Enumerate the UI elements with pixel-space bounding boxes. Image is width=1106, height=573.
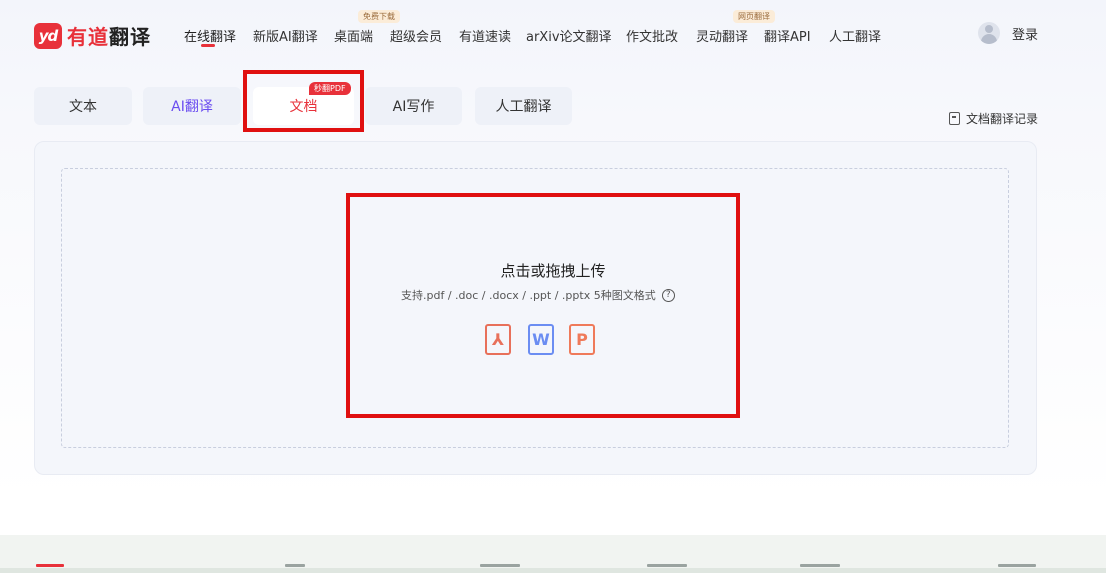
tab-text[interactable]: 文本 xyxy=(34,87,132,125)
history-doc-icon xyxy=(949,112,960,125)
nav-item-lingdong-translate[interactable]: 灵动翻译 xyxy=(696,26,748,45)
document-history-link[interactable]: 文档翻译记录 xyxy=(949,110,1038,127)
nav-item-essay-correction[interactable]: 作文批改 xyxy=(626,26,678,45)
tab-ai-writing[interactable]: AI写作 xyxy=(365,87,462,125)
footer-link-mark xyxy=(480,564,520,567)
pdf-file-icon: ⅄ xyxy=(485,324,511,355)
annotation-box-document-tab xyxy=(243,70,364,132)
nav-item-arxiv[interactable]: arXiv论文翻译 xyxy=(526,26,612,45)
nav-item-new-ai-translate[interactable]: 新版AI翻译 xyxy=(253,26,318,45)
footer-link-mark xyxy=(647,564,687,567)
nav-item-human-translate[interactable]: 人工翻译 xyxy=(829,26,881,45)
login-link[interactable]: 登录 xyxy=(1012,24,1038,43)
footer-link-mark xyxy=(800,564,840,567)
footer-link-mark xyxy=(285,564,305,567)
word-file-icon: W xyxy=(528,324,554,355)
logo-text: 有道翻译 xyxy=(67,21,151,50)
user-area[interactable]: 登录 xyxy=(978,22,1038,44)
nav-tag-web-translate: 网页翻译 xyxy=(733,10,775,23)
nav-tag-free-download: 免费下载 xyxy=(358,10,400,23)
nav-item-speed-read[interactable]: 有道速读 xyxy=(459,26,511,45)
logo-brand-red: 有道 xyxy=(67,25,109,49)
tab-human-translate[interactable]: 人工翻译 xyxy=(475,87,572,125)
nav-active-underline xyxy=(201,44,215,47)
upload-description: 支持.pdf / .doc / .docx / .ppt / .pptx 5种图… xyxy=(401,287,675,303)
logo-badge: yd xyxy=(34,22,62,49)
upload-title[interactable]: 点击或拖拽上传 xyxy=(0,260,1106,281)
help-icon[interactable]: ? xyxy=(661,288,675,302)
logo-brand-dark: 翻译 xyxy=(109,25,151,49)
footer-logo-mark xyxy=(36,564,64,567)
history-label: 文档翻译记录 xyxy=(966,112,1039,126)
footer-bar xyxy=(0,568,1106,573)
tab-ai-translate[interactable]: AI翻译 xyxy=(143,87,241,125)
ppt-file-icon: P xyxy=(569,324,595,355)
footer-link-mark xyxy=(998,564,1036,567)
nav-item-super-member[interactable]: 超级会员 xyxy=(390,26,442,45)
nav-item-desktop[interactable]: 桌面端 xyxy=(334,26,373,45)
nav-item-translate-api[interactable]: 翻译API xyxy=(764,26,811,45)
annotation-box-upload xyxy=(346,193,740,418)
avatar-icon[interactable] xyxy=(978,22,1000,44)
upload-formats-text: 支持.pdf / .doc / .docx / .ppt / .pptx 5种图… xyxy=(401,289,656,302)
youdao-logo[interactable]: yd 有道翻译 xyxy=(34,21,151,50)
page: yd 有道翻译 在线翻译 新版AI翻译 桌面端 超级会员 有道速读 arXiv论… xyxy=(0,0,1106,573)
top-header: yd 有道翻译 在线翻译 新版AI翻译 桌面端 超级会员 有道速读 arXiv论… xyxy=(0,0,1106,68)
nav-item-online-translate[interactable]: 在线翻译 xyxy=(184,26,236,45)
